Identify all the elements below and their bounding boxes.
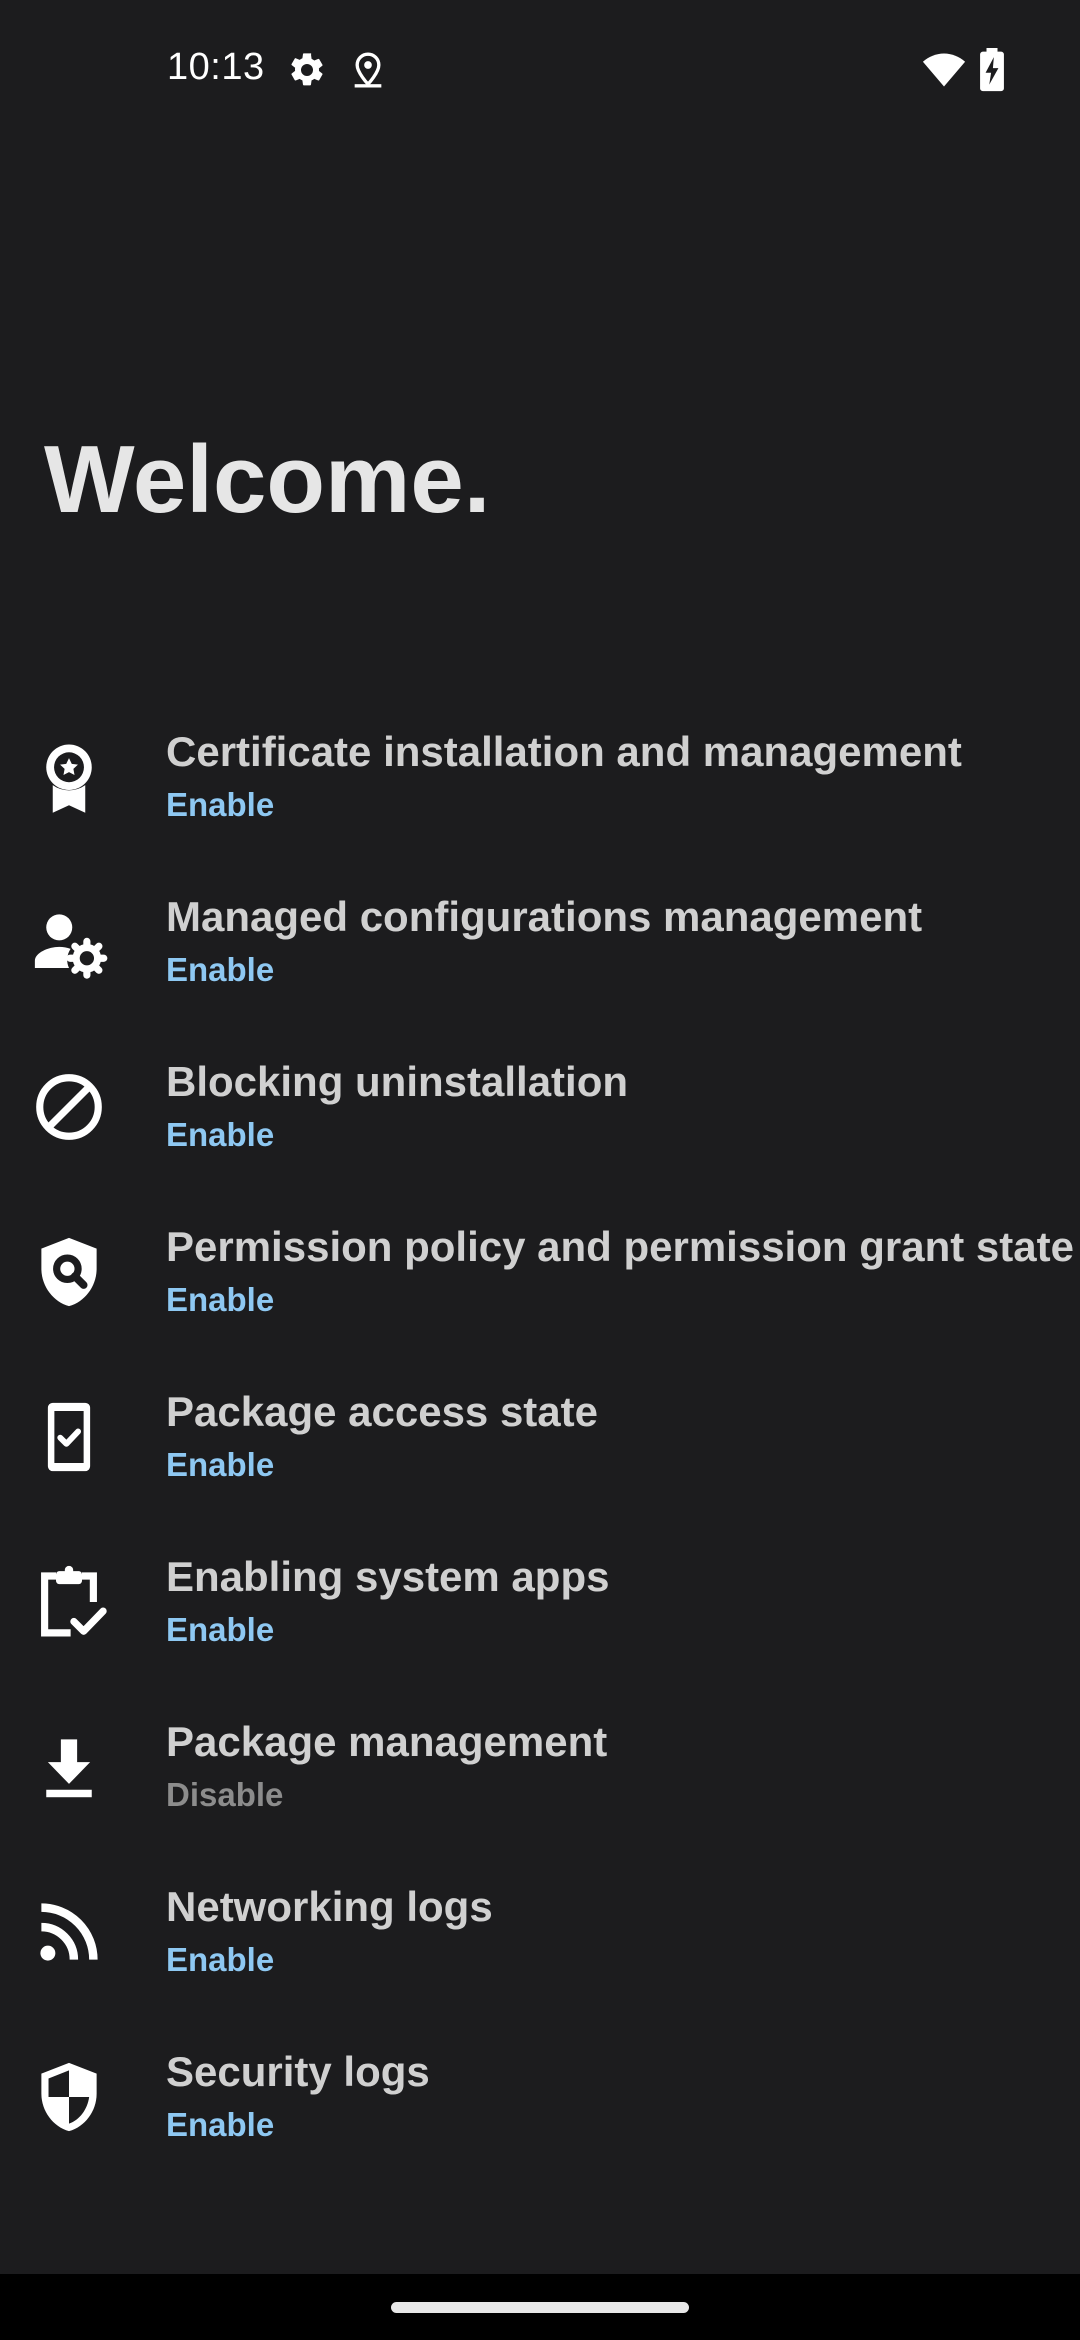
feature-item-package-access-state[interactable]: Package access state Enable [0,1370,1080,1535]
rss-feed-icon [30,1893,108,1971]
enable-button[interactable]: Enable [166,1446,274,1484]
download-icon [30,1728,108,1806]
block-icon [30,1068,108,1146]
feature-item-package-management[interactable]: Package management Disable [0,1700,1080,1865]
status-bar: 10:13 [0,0,1080,140]
feature-item-blocking-uninstallation[interactable]: Blocking uninstallation Enable [0,1040,1080,1205]
enable-button[interactable]: Enable [166,1611,274,1649]
wifi-icon [922,48,966,92]
enable-button[interactable]: Enable [166,1281,274,1319]
feature-title: Package management [166,1718,608,1765]
clipboard-check-icon [30,1563,108,1641]
feature-item-certificate[interactable]: Certificate installation and management … [0,710,1080,875]
user-settings-icon [30,903,108,981]
feature-title: Networking logs [166,1883,493,1930]
feature-item-security-logs[interactable]: Security logs Enable [0,2030,1080,2195]
feature-item-managed-configurations[interactable]: Managed configurations management Enable [0,875,1080,1040]
feature-title: Managed configurations management [166,893,923,940]
enable-button[interactable]: Enable [166,2106,274,2144]
battery-charging-icon [978,48,1006,92]
feature-title: Security logs [166,2048,430,2095]
feature-item-enabling-system-apps[interactable]: Enabling system apps Enable [0,1535,1080,1700]
enable-button[interactable]: Enable [166,786,274,824]
feature-title: Blocking uninstallation [166,1058,629,1105]
screen: 10:13 Welcome. Certificate installation … [0,0,1080,2340]
enable-button[interactable]: Enable [166,1116,274,1154]
shield-search-icon [30,1233,108,1311]
feature-title: Package access state [166,1388,598,1435]
status-time: 10:13 [167,46,265,88]
enable-button[interactable]: Enable [166,1941,274,1979]
feature-list: Certificate installation and management … [0,710,1080,2195]
location-icon [348,50,388,90]
phone-check-icon [30,1398,108,1476]
gear-icon [287,50,327,90]
feature-title: Permission policy and permission grant s… [166,1223,1074,1270]
disable-button[interactable]: Disable [166,1776,283,1814]
enable-button[interactable]: Enable [166,951,274,989]
feature-title: Enabling system apps [166,1553,610,1600]
home-gesture-handle[interactable] [391,2302,689,2313]
security-shield-icon [30,2058,108,2136]
feature-title: Certificate installation and management [166,728,962,775]
navigation-bar [0,2274,1080,2340]
feature-item-networking-logs[interactable]: Networking logs Enable [0,1865,1080,2030]
feature-item-permission-policy[interactable]: Permission policy and permission grant s… [0,1205,1080,1370]
certificate-award-icon [30,738,108,816]
page-title: Welcome. [44,426,491,533]
